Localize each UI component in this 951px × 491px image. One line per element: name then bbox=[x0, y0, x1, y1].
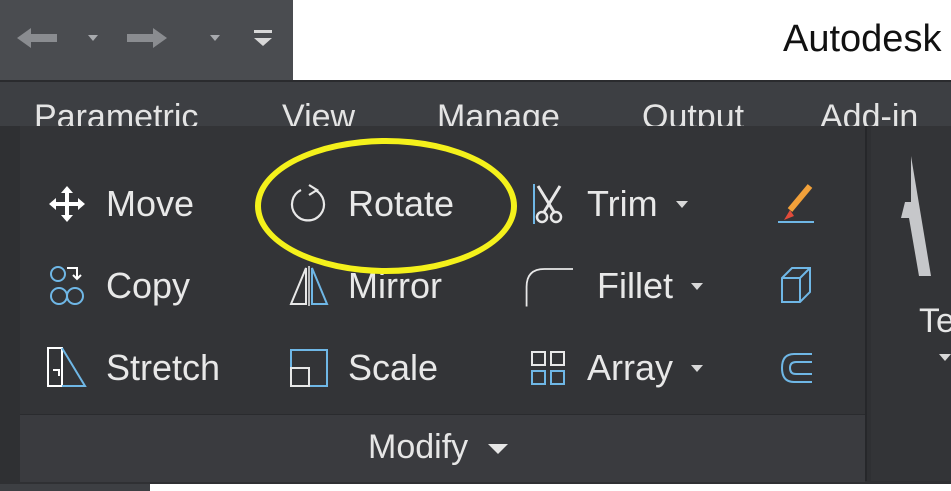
stretch-label: Stretch bbox=[106, 347, 221, 388]
text-tool-label[interactable]: Te bbox=[919, 302, 951, 341]
trim-dropdown-icon[interactable] bbox=[675, 200, 688, 208]
move-label: Move bbox=[106, 183, 195, 224]
modify-panel-title: Modify bbox=[368, 428, 469, 466]
offset-icon[interactable] bbox=[776, 346, 816, 390]
copy-label: Copy bbox=[106, 265, 191, 306]
erase-icon[interactable] bbox=[776, 182, 816, 226]
trim-label: Trim bbox=[587, 183, 658, 224]
quick-access-toolbar bbox=[0, 0, 293, 80]
undo-button[interactable] bbox=[10, 18, 68, 58]
stretch-command[interactable]: Stretch bbox=[42, 340, 220, 396]
fillet-icon bbox=[523, 261, 573, 311]
chevron-down-icon[interactable] bbox=[939, 354, 951, 361]
annotation-panel: Te bbox=[871, 126, 951, 481]
stretch-icon bbox=[42, 343, 92, 393]
rotate-highlight-annotation bbox=[255, 138, 517, 274]
scale-icon bbox=[284, 343, 334, 393]
qat-customize-button[interactable] bbox=[248, 18, 278, 58]
fillet-dropdown-icon[interactable] bbox=[691, 282, 704, 290]
move-icon bbox=[42, 179, 92, 229]
trim-scissors-icon bbox=[523, 179, 573, 229]
fillet-command[interactable]: Fillet bbox=[523, 258, 704, 314]
copy-icon bbox=[42, 261, 92, 311]
fillet-label: Fillet bbox=[597, 265, 674, 306]
qat-customize-icon bbox=[254, 30, 272, 46]
array-icon bbox=[523, 343, 573, 393]
undo-dropdown[interactable] bbox=[83, 18, 103, 58]
chevron-down-icon bbox=[487, 444, 508, 455]
title-bar: Autodesk bbox=[0, 0, 951, 80]
redo-dropdown[interactable] bbox=[205, 18, 225, 58]
app-title: Autodesk bbox=[783, 18, 942, 60]
mirror-icon bbox=[284, 261, 334, 311]
text-tool-icon[interactable] bbox=[871, 146, 951, 296]
scale-label: Scale bbox=[348, 347, 439, 388]
array-command[interactable]: Array bbox=[523, 340, 704, 396]
undo-arrow-icon bbox=[17, 28, 57, 48]
copy-command[interactable]: Copy bbox=[42, 258, 190, 314]
move-command[interactable]: Move bbox=[42, 176, 194, 232]
scale-command[interactable]: Scale bbox=[284, 340, 438, 396]
redo-arrow-icon bbox=[127, 28, 167, 48]
explode-icon[interactable] bbox=[776, 264, 816, 308]
array-label: Array bbox=[587, 347, 674, 388]
trim-command[interactable]: Trim bbox=[523, 176, 688, 232]
array-dropdown-icon[interactable] bbox=[691, 364, 704, 372]
bottom-tab-edge bbox=[0, 484, 150, 491]
redo-button[interactable] bbox=[115, 18, 175, 58]
modify-panel-label[interactable]: Modify bbox=[368, 428, 508, 467]
